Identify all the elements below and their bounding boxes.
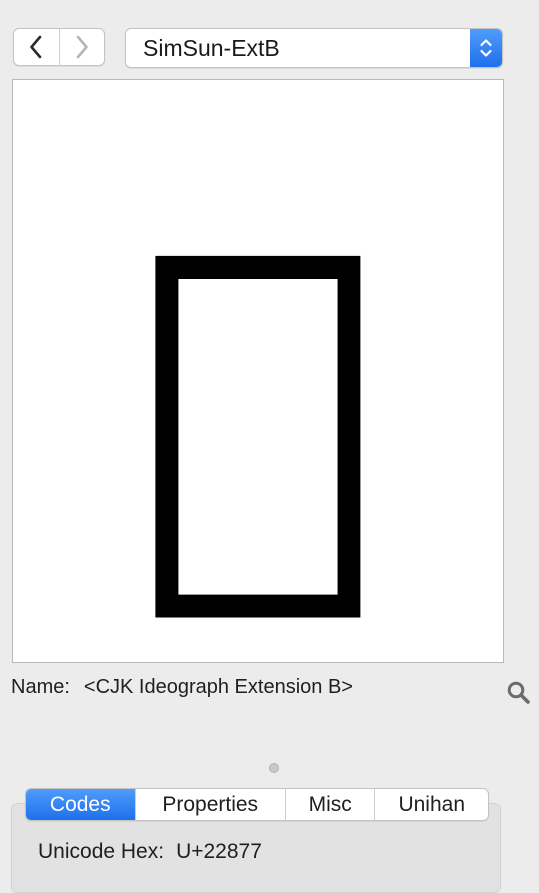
font-popup[interactable]: SimSun-ExtB [125,28,503,68]
tab-misc[interactable]: Misc [284,789,375,820]
chevron-right-icon [76,35,88,59]
back-button[interactable] [14,29,59,65]
popup-arrows-icon [470,29,502,67]
search-icon[interactable] [506,680,532,711]
name-label: Name: [11,676,70,698]
unicode-hex-row: Unicode Hex: U+22877 [38,840,262,864]
tab-codes[interactable]: Codes [26,789,135,820]
character-name-row: Name: <CJK Ideograph Extension B> [11,676,353,699]
chevron-left-icon [30,35,42,59]
forward-button[interactable] [58,29,105,65]
unicode-hex-value: U+22877 [176,840,262,863]
history-navigation [13,28,105,66]
font-popup-label: SimSun-ExtB [143,35,280,61]
name-value: <CJK Ideograph Extension B> [83,676,353,698]
info-tab-bar: Codes Properties Misc Unihan [25,788,489,821]
split-handle[interactable] [269,763,279,773]
glyph-character: 𢡷 [134,164,382,642]
tab-properties[interactable]: Properties [134,789,285,820]
tab-unihan[interactable]: Unihan [374,789,488,820]
glyph-preview: 𢡷 [12,79,504,663]
unicode-hex-label: Unicode Hex: [38,840,165,863]
